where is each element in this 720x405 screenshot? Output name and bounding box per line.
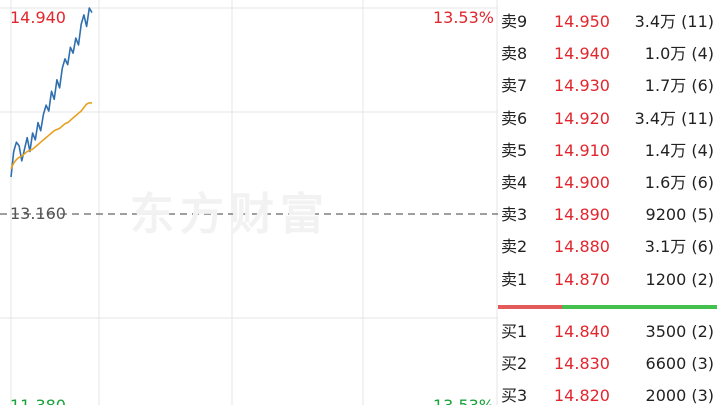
bid-volume: 3500 (2) [645, 322, 714, 341]
ask-level-label: 卖5 [501, 140, 528, 160]
ask-price: 14.910 [554, 140, 610, 160]
ask-level-label: 卖2 [501, 237, 528, 257]
ask-level-label: 卖7 [501, 76, 528, 96]
ask-price: 14.870 [554, 269, 610, 289]
ask-volume: 1.0万 (4) [644, 44, 714, 64]
ask-volume: 1.6万 (6) [644, 173, 714, 192]
prev-close-label: 13.160 [10, 204, 66, 223]
bid-price: 14.820 [554, 386, 610, 405]
bid-volume: 6600 (3) [645, 354, 714, 374]
bid-row[interactable]: 买3 14.820 2000 (3) [498, 380, 720, 405]
ask-row[interactable]: 卖3 14.890 9200 (5) [498, 199, 720, 231]
ask-row[interactable]: 卖9 14.950 3.4万 (11) [498, 6, 720, 38]
ask-row[interactable]: 卖4 14.900 1.6万 (6) [498, 167, 720, 199]
ask-level-label: 卖9 [501, 12, 528, 31]
intraday-chart[interactable]: 东方财富 14.940 13.53% 13.160 11.380 -13.53% [0, 0, 498, 405]
ask-row[interactable]: 卖7 14.930 1.7万 (6) [498, 70, 720, 102]
ask-price: 14.920 [554, 108, 610, 128]
ask-row[interactable]: 卖5 14.910 1.4万 (4) [498, 135, 720, 167]
ask-volume: 9200 (5) [645, 205, 714, 225]
ask-row[interactable]: 卖6 14.920 3.4万 (11) [498, 103, 720, 135]
high-pct-label: 13.53% [432, 8, 494, 27]
ask-level-label: 卖3 [501, 205, 528, 225]
ask-volume: 3.4万 (11) [634, 108, 714, 128]
buy-ratio-bar [562, 305, 717, 309]
bid-price: 14.840 [554, 322, 610, 341]
ask-volume: 1200 (2) [645, 269, 714, 289]
ask-volume: 1.7万 (6) [644, 76, 714, 96]
ask-row[interactable]: 卖1 14.870 1200 (2) [498, 264, 720, 296]
average-line [10, 102, 92, 170]
sell-ratio-bar [498, 305, 562, 309]
low-pct-label: -13.53% [427, 397, 494, 405]
ask-level-label: 卖6 [501, 108, 528, 128]
ask-row[interactable]: 卖2 14.880 3.1万 (6) [498, 231, 720, 263]
bid-level-label: 买2 [501, 354, 528, 374]
ask-level-label: 卖1 [501, 269, 528, 289]
ask-volume: 3.4万 (11) [634, 12, 714, 31]
bid-row[interactable]: 买2 14.830 6600 (3) [498, 348, 720, 380]
price-line [10, 7, 93, 178]
low-price-label: 11.380 [10, 397, 66, 405]
bid-level-label: 买1 [501, 322, 528, 341]
ask-price: 14.900 [554, 173, 610, 192]
high-price-label: 14.940 [10, 8, 66, 27]
ask-price: 14.950 [554, 12, 610, 31]
order-book: 卖9 14.950 3.4万 (11) 卖8 14.940 1.0万 (4) 卖7 14.93… [498, 0, 720, 405]
ask-price: 14.880 [554, 237, 610, 257]
ask-volume: 3.1万 (6) [644, 237, 714, 257]
bid-volume: 2000 (3) [645, 386, 714, 405]
bid-row[interactable]: 买1 14.840 3500 (2) [498, 316, 720, 348]
bid-price: 14.830 [554, 354, 610, 374]
ask-price: 14.940 [554, 44, 610, 64]
ask-price: 14.930 [554, 76, 610, 96]
ask-level-label: 卖8 [501, 44, 528, 64]
ask-volume: 1.4万 (4) [644, 140, 714, 160]
ask-row[interactable]: 卖8 14.940 1.0万 (4) [498, 38, 720, 70]
bid-level-label: 买3 [501, 386, 528, 405]
ask-level-label: 卖4 [501, 173, 528, 192]
watermark: 东方财富 [130, 189, 330, 240]
ask-price: 14.890 [554, 205, 610, 225]
